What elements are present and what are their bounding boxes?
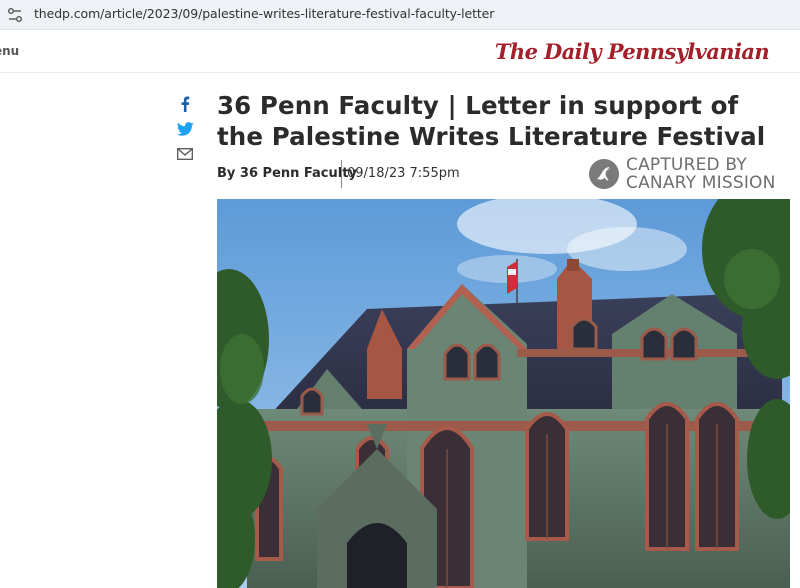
watermark: CAPTURED BY CANARY MISSION bbox=[588, 155, 788, 196]
article-headline: 36 Penn Faculty | Letter in support of t… bbox=[217, 91, 766, 151]
canary-logo-icon bbox=[588, 158, 620, 190]
twitter-icon[interactable] bbox=[176, 120, 194, 138]
url-text[interactable]: thedp.com/article/2023/09/palestine-writ… bbox=[34, 6, 494, 21]
watermark-line-1: CAPTURED BY bbox=[626, 155, 747, 175]
byline-divider bbox=[341, 160, 342, 188]
byline: By 36 Penn Faculty bbox=[217, 166, 357, 181]
article-hero-image bbox=[217, 199, 790, 588]
author-link[interactable]: 36 Penn Faculty bbox=[240, 166, 357, 181]
masthead-logo[interactable]: The Daily Pennsylvanian bbox=[495, 39, 770, 64]
tune-icon[interactable] bbox=[6, 6, 24, 24]
mail-icon[interactable] bbox=[176, 145, 194, 163]
site-header: enu The Daily Pennsylvanian bbox=[0, 31, 800, 73]
watermark-line-2: CANARY MISSION bbox=[626, 173, 776, 193]
facebook-icon[interactable] bbox=[176, 95, 194, 113]
byline-prefix: By bbox=[217, 166, 240, 181]
browser-address-bar: thedp.com/article/2023/09/palestine-writ… bbox=[0, 0, 800, 30]
menu-button[interactable]: enu bbox=[0, 44, 19, 58]
publish-date: 09/18/23 7:55pm bbox=[347, 166, 460, 181]
